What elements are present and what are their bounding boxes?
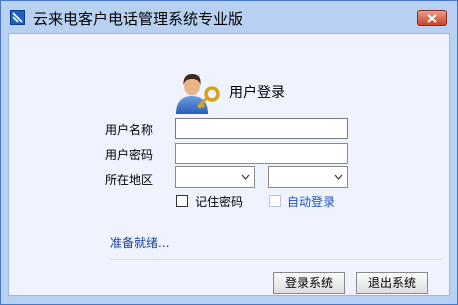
title-bar[interactable]: 云来电客户电话管理系统专业版 [1, 1, 457, 33]
region-city-select[interactable] [268, 166, 348, 188]
divider [109, 259, 443, 260]
region-label: 所在地区 [105, 173, 154, 187]
app-icon [10, 10, 25, 25]
remember-password-label[interactable]: 记住密码 [195, 193, 243, 210]
login-heading: 用户登录 [229, 85, 285, 101]
status-text: 准备就绪... [110, 236, 170, 250]
username-input[interactable] [175, 118, 348, 139]
password-label: 用户密码 [105, 148, 154, 162]
close-button[interactable] [417, 10, 447, 26]
chevron-down-icon [241, 174, 250, 180]
window-title: 云来电客户电话管理系统专业版 [33, 10, 244, 28]
auto-login-checkbox[interactable] [269, 195, 281, 207]
exit-button[interactable]: 退出系统 [356, 272, 428, 294]
user-key-icon [176, 74, 220, 114]
chevron-down-icon [334, 174, 343, 180]
login-panel: 用户登录 用户名称 用户密码 所在地区 记住密码 自动登录 准备就绪... 登录… [8, 33, 450, 296]
password-input[interactable] [175, 143, 348, 164]
username-label: 用户名称 [105, 123, 154, 137]
login-button[interactable]: 登录系统 [273, 272, 345, 294]
login-window: 云来电客户电话管理系统专业版 用户登录 用户名称 用户密码 所在地区 记住密码 … [0, 0, 458, 305]
region-province-select[interactable] [175, 166, 255, 188]
remember-password-checkbox[interactable] [176, 195, 188, 207]
auto-login-label[interactable]: 自动登录 [287, 193, 335, 210]
close-icon [427, 14, 437, 23]
